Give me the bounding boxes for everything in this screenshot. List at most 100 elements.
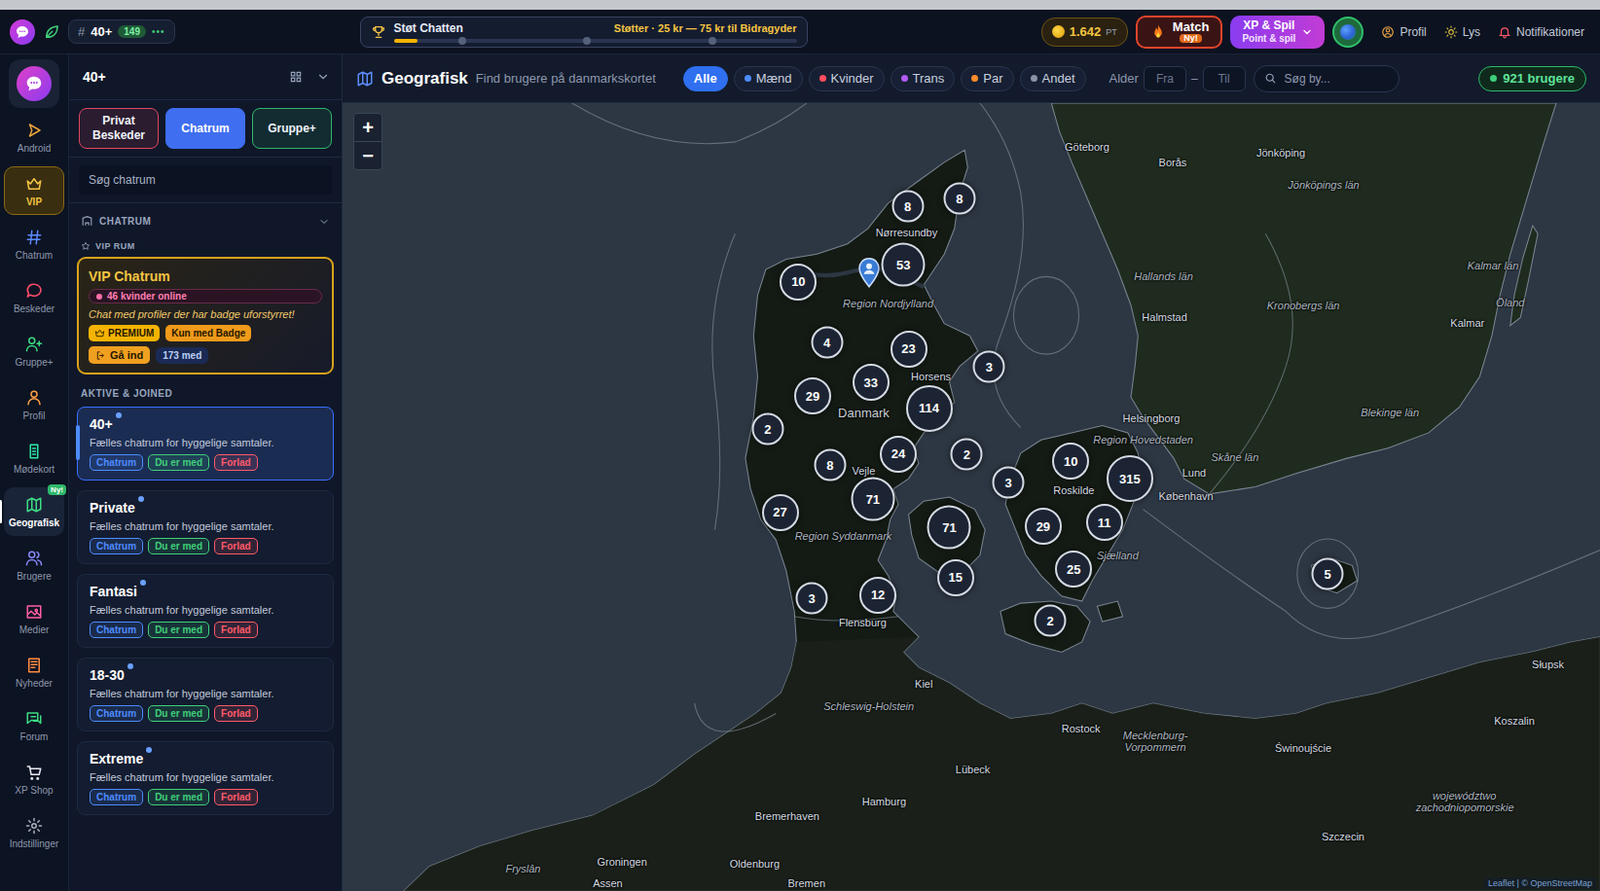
rail-logo[interactable] [8,59,60,109]
user-cluster[interactable]: 5 [1311,557,1345,590]
room-title-row: Private [89,500,322,516]
room-card[interactable]: 40+Fælles chatrum for hyggelige samtaler… [76,406,334,481]
rail-item[interactable]: Android [3,112,65,162]
zoom-button[interactable]: − [354,141,382,170]
chevron-down-icon[interactable] [316,70,330,84]
top-link[interactable]: Profil [1381,25,1426,39]
room-tag[interactable]: Forlad [214,789,258,806]
vip-card[interactable]: VIP Chatrum46 kvinder onlineChat med pro… [76,256,334,375]
user-cluster[interactable]: 71 [927,506,972,550]
room-tag[interactable]: Forlad [214,621,258,639]
room-card[interactable]: ExtremeFælles chatrum for hyggelige samt… [76,741,334,816]
room-tag: Chatrum [89,538,144,555]
globe-button[interactable] [1332,16,1364,48]
rail-item[interactable]: VIP [3,166,65,216]
user-cluster[interactable]: 11 [1086,504,1124,542]
room-tag[interactable]: Forlad [214,705,258,723]
top-link[interactable]: Notifikationer [1497,25,1585,39]
room-pill[interactable]: #40+149••• [68,19,176,44]
panel-tab[interactable]: Gruppe+ [252,108,332,149]
support-pill[interactable]: Støt ChattenStøtter · 25 kr — 75 kr til … [360,16,808,48]
user-cluster[interactable]: 24 [879,436,917,473]
rail-item[interactable]: Brugere [3,541,65,590]
age-from-input[interactable] [1143,66,1187,92]
filter-chip[interactable]: Andet [1019,66,1087,92]
filter-chip[interactable]: Par [960,66,1014,92]
city-search-input[interactable] [1282,71,1389,87]
search-chatroom-input[interactable] [78,165,332,195]
user-cluster[interactable]: 25 [1054,550,1092,588]
room-tag[interactable]: Forlad [214,538,258,555]
hash-icon [25,228,43,247]
enter-button[interactable]: Gå ind [88,346,150,364]
user-cluster[interactable]: 2 [751,412,784,445]
user-cluster[interactable]: 315 [1106,455,1154,503]
panel-tab[interactable]: Chatrum [165,108,246,149]
rail-item[interactable]: Medier [3,594,65,644]
leaf-icon[interactable] [42,23,61,41]
room-description: Fælles chatrum for hyggelige samtaler. [89,688,322,700]
user-cluster[interactable]: 29 [794,377,832,415]
section-header[interactable]: CHATRUM [69,203,342,234]
room-card[interactable]: PrivateFælles chatrum for hyggelige samt… [76,490,334,565]
user-cluster[interactable]: 114 [906,385,953,433]
rail-item[interactable]: Forum [3,701,65,751]
rail-item[interactable]: XP Shop [3,755,65,804]
user-cluster[interactable]: 23 [890,330,928,368]
place-label: Region Nordjylland [842,296,934,310]
filter-chip[interactable]: Alle [683,66,728,92]
my-location-pin[interactable] [857,257,881,290]
map-icon [25,496,43,514]
room-more[interactable]: ••• [151,26,166,37]
rail-item[interactable]: Mødekort [3,434,65,483]
user-cluster[interactable]: 4 [810,326,843,359]
filter-chip[interactable]: Kvinder [808,66,885,92]
map-canvas[interactable]: +−GöteborgBoråsJönköpingJönköpings länHa… [342,103,1600,891]
rail-item[interactable]: Indstillinger [3,808,65,858]
rail-item[interactable]: Chatrum [3,219,65,269]
match-button[interactable]: MatchNy! [1135,15,1224,49]
user-cluster[interactable]: 27 [762,494,800,532]
grid-icon[interactable] [289,70,303,84]
room-tag[interactable]: Forlad [214,454,258,472]
age-to-input[interactable] [1202,66,1246,92]
rail-item[interactable]: GeografiskNy! [3,487,65,537]
room-card[interactable]: 18-30Fælles chatrum for hyggelige samtal… [76,657,334,732]
app-logo[interactable] [9,19,36,45]
user-cluster[interactable]: 10 [1052,442,1090,480]
user-cluster[interactable]: 8 [813,449,846,482]
rail-item[interactable]: Profil [3,380,65,430]
user-cluster[interactable]: 2 [1034,604,1067,637]
user-cluster[interactable]: 29 [1024,508,1062,546]
rail-item[interactable]: Nyheder [3,648,65,697]
xp-button[interactable]: XP & SpilPoint & spil [1230,15,1325,49]
user-cluster[interactable]: 3 [973,350,1006,383]
user-cluster[interactable]: 3 [796,581,829,615]
user-cluster[interactable]: 71 [850,477,895,522]
rail-item[interactable]: Beskeder [3,273,65,323]
rail-item[interactable]: Gruppe+ [3,327,65,376]
user-cluster[interactable]: 53 [881,242,926,287]
user-cluster[interactable]: 10 [779,263,817,301]
place-label: Skåne län [1210,451,1259,465]
chat-panel: 40+Privat BeskederChatrumGruppe+CHATRUMV… [69,54,343,891]
user-cluster[interactable]: 15 [937,559,975,597]
points-pill[interactable]: 1.642PT [1041,17,1128,47]
room-title: 40+ [89,416,113,433]
top-link[interactable]: Lys [1444,25,1481,39]
room-card[interactable]: FantasiFælles chatrum for hyggelige samt… [76,574,334,649]
user-cluster[interactable]: 8 [943,181,976,215]
room-hash: # [77,24,85,39]
user-cluster[interactable]: 3 [992,467,1025,500]
user-cluster[interactable]: 8 [891,189,924,222]
panel-tab[interactable]: Privat Beskeder [78,108,159,149]
filter-chip[interactable]: Trans [890,66,956,92]
zoom-button[interactable]: + [354,113,382,142]
cluster-count: 29 [1036,519,1051,535]
map-attribution[interactable]: Leaflet | © OpenStreetMap [1484,877,1597,890]
user-cluster[interactable]: 33 [852,363,890,401]
filter-chip[interactable]: Mænd [733,66,803,92]
user-cluster[interactable]: 12 [859,577,897,615]
room-tag: Du er med [147,705,210,723]
user-cluster[interactable]: 2 [950,437,983,471]
